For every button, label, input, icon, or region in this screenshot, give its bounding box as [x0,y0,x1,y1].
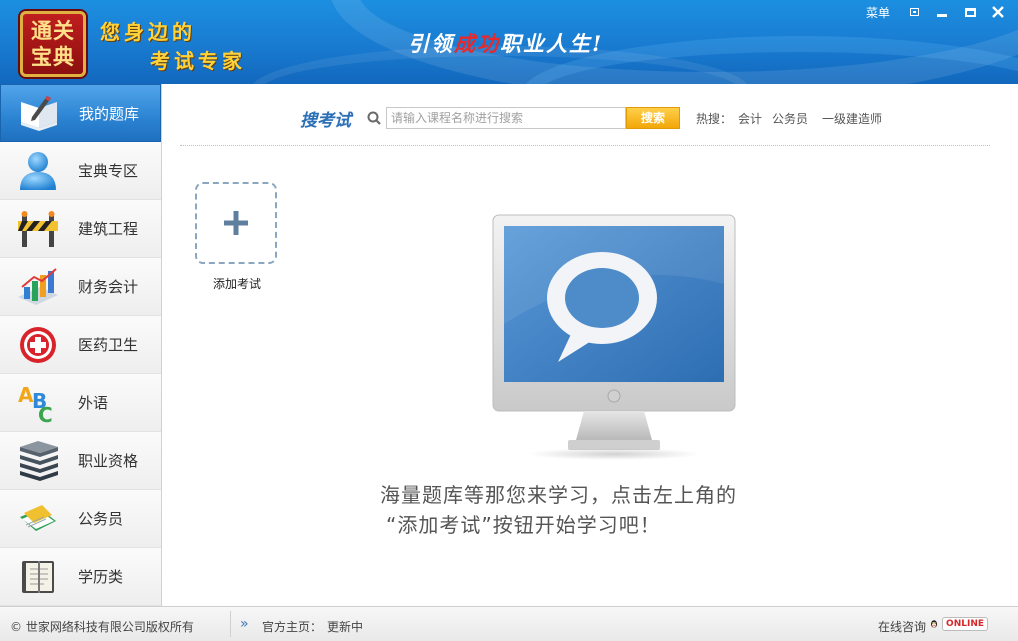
medical-cross-icon [16,324,60,366]
notebook-icon [16,556,60,598]
abc-icon: A B C [16,382,60,424]
documents-icon [16,498,60,540]
app-header: 通关 宝典 您身边的 考试专家 引领成功职业人生! 菜单 [0,0,1018,84]
book-pen-icon [17,93,61,135]
search-bar: 搜考试 搜索 热搜： 会计 公务员 一级建造师 [300,104,900,132]
sidebar-item-foreign-language[interactable]: A B C 外语 [0,374,161,432]
book-stack-icon [16,440,60,482]
sidebar-item-finance[interactable]: 财务会计 [0,258,161,316]
add-exam-label: 添加考试 [212,277,261,291]
hot-search-label: 热搜： [696,112,733,126]
slogan-line1: 您身边的 [100,20,196,44]
add-exam-button[interactable] [195,182,277,264]
copyright-text: © 世家网络科技有限公司版权所有 [10,620,194,634]
search-button[interactable]: 搜索 [626,107,680,129]
sidebar-item-my-question-bank[interactable]: 我的题库 [0,84,161,142]
app-logo: 通关 宝典 [20,11,86,77]
search-input[interactable] [386,107,626,129]
tagline-part2: 职业人生! [500,31,604,56]
close-icon [992,6,1004,18]
user-icon [16,150,60,192]
sidebar-item-civil-servant[interactable]: 公务员 [0,490,161,548]
sidebar-item-label: 财务会计 [78,278,139,296]
sidebar-item-label: 公务员 [78,510,124,528]
monitor-illustration [492,214,736,460]
sidebar-item-construction[interactable]: 建筑工程 [0,200,161,258]
menu-button[interactable]: 菜单 [866,4,890,21]
sidebar-item-education[interactable]: 学历类 [0,548,161,606]
online-consult-button[interactable]: ONLINE [930,614,988,634]
mini-mode-icon [909,8,919,16]
status-bar: © 世家网络科技有限公司版权所有 » 官方主页： 更新中 在线咨询 ONLINE [0,606,1018,641]
hot-search-link[interactable]: 会计 [738,110,762,127]
sidebar-item-label: 外语 [78,394,109,412]
header-tagline: 引领成功职业人生! [408,28,603,58]
sidebar-item-label: 职业资格 [78,452,139,470]
bar-chart-icon [16,266,60,308]
homepage-link[interactable]: 更新中 [327,618,363,635]
content-divider [180,145,990,146]
sidebar-item-medicine[interactable]: 医药卫生 [0,316,161,374]
search-title: 搜考试 [300,111,351,131]
maximize-button[interactable] [956,2,984,22]
online-badge-text: ONLINE [942,617,988,631]
hot-search-link[interactable]: 一级建造师 [822,110,882,127]
svg-text:C: C [38,403,53,424]
sidebar-item-label: 医药卫生 [78,336,139,354]
online-consult-label[interactable]: 在线咨询 [878,618,926,635]
footer-divider [230,611,231,637]
sidebar-item-label: 学历类 [78,568,124,586]
construction-barrier-icon [16,208,60,250]
minimize-icon [937,13,947,17]
tagline-part1: 引领 [408,31,454,56]
maximize-icon [964,7,976,17]
window-controls: 菜单 [866,2,1012,22]
tagline-highlight: 成功 [454,31,500,56]
homepage-label: 官方主页： [262,620,323,634]
search-icon [367,111,381,125]
hot-search-link[interactable]: 公务员 [772,110,808,127]
minimize-button[interactable] [928,2,956,22]
penguin-icon [931,620,938,628]
double-chevron-right-icon: » [240,616,249,632]
mini-mode-button[interactable] [900,2,928,22]
logo-text-line1: 通关 [31,18,75,43]
sidebar-item-baodian-zone[interactable]: 宝典专区 [0,142,161,200]
empty-state-hint-line2: “添加考试”按钮开始学习吧！ [386,513,661,537]
slogan-line2: 考试专家 [150,49,246,73]
plus-icon [224,211,248,235]
sidebar-item-label: 我的题库 [79,105,140,123]
sidebar-item-label: 建筑工程 [78,220,139,238]
sidebar-item-professional-qualification[interactable]: 职业资格 [0,432,161,490]
sidebar-item-label: 宝典专区 [78,162,139,180]
category-sidebar: 我的题库 宝典专区 建筑工程 财务会计 医药卫生 A B C 外语 职业资格 公… [0,84,162,606]
empty-state-hint-line1: 海量题库等那您来学习，点击左上角的 [380,483,737,507]
close-button[interactable] [984,2,1012,22]
logo-text-line2: 宝典 [31,44,75,69]
